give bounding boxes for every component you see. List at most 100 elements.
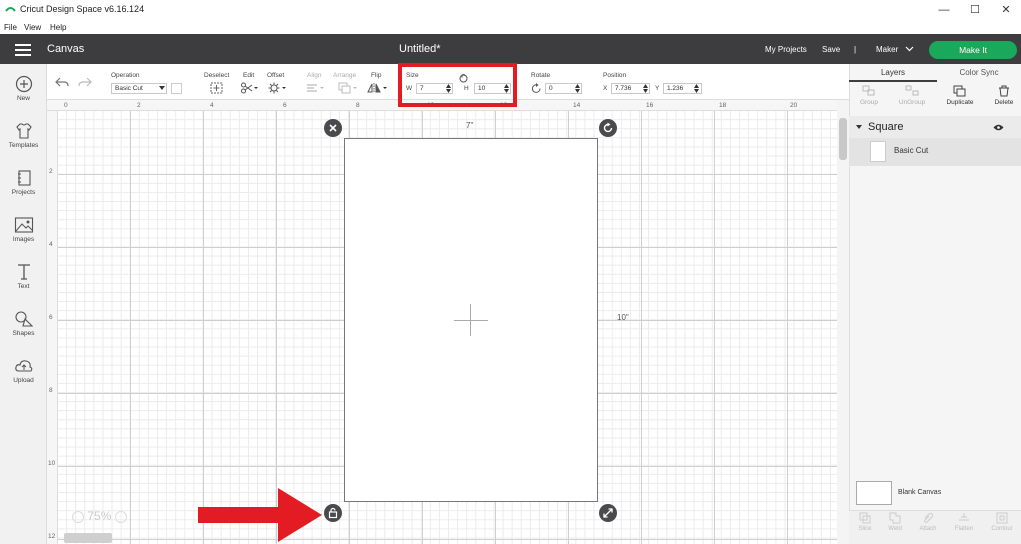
layer-item-label: Basic Cut [894,146,929,155]
contour-button[interactable]: Contour [985,512,1019,532]
deselect-label: Deselect [204,72,230,79]
flip-icon[interactable] [367,82,389,94]
menu-view[interactable]: View [24,23,41,32]
duplicate-label: Duplicate [946,99,974,106]
machine-select[interactable]: Maker [876,45,898,54]
resize-handle-icon[interactable] [599,504,617,522]
title-bar [0,0,1021,20]
sidebar-item-label: Projects [11,189,36,196]
width-dimension-label: 7" [466,121,474,130]
shapes-icon [14,311,33,327]
center-crosshair [470,304,471,336]
hamburger-menu-icon[interactable] [15,44,31,56]
projects-icon [17,170,31,186]
undo-icon[interactable] [55,77,69,87]
left-ruler [47,111,58,544]
window-title: Cricut Design Space v6.16.124 [20,4,145,14]
sidebar-item-projects[interactable]: Projects [0,169,47,196]
slice-label: Slice [858,526,872,532]
zoom-level: 75% [72,509,127,523]
tab-layers[interactable]: Layers [849,64,937,82]
vertical-scrollbar[interactable] [837,100,849,544]
attach-label: Attach [919,526,937,532]
save-button[interactable]: Save [822,45,840,54]
attach-button[interactable]: Attach [911,512,945,532]
stepper-icon[interactable] [694,84,699,93]
rotate-label: Rotate [531,72,551,79]
trash-icon [999,85,1009,97]
minimize-button[interactable]: — [936,2,952,18]
caret-down-icon[interactable] [856,125,862,130]
height-dimension-label: 10" [617,313,629,322]
weld-icon [889,512,901,524]
chevron-down-icon[interactable] [905,46,914,52]
sidebar-item-label: New [16,95,30,102]
rotate-handle-icon[interactable] [599,119,617,137]
tab-color-sync[interactable]: Color Sync [937,64,1021,82]
text-icon [17,264,30,280]
flatten-icon [959,513,969,521]
slice-button[interactable]: Slice [848,512,882,532]
flip-label: Flip [371,72,382,79]
chevron-down-icon [159,86,165,90]
maximize-button[interactable]: ☐ [967,2,983,18]
close-window-button[interactable]: ✕ [998,2,1014,18]
vertical-scroll-thumb[interactable] [839,118,847,160]
group-button[interactable]: Group [852,85,886,106]
ruler-tick-label: 6 [283,102,287,109]
ruler-tick-label: 6 [49,314,53,321]
operation-label: Operation [111,72,140,79]
group-icon [862,85,875,96]
flatten-button[interactable]: Flatten [947,512,981,532]
horizontal-scroll-thumb[interactable] [64,533,112,543]
sidebar-item-label: Templates [8,142,39,149]
edit-label: Edit [243,72,255,79]
stepper-icon[interactable] [575,84,580,93]
blank-canvas-label: Blank Canvas [898,489,942,496]
sidebar-item-label: Shapes [12,330,35,337]
zoom-out-icon[interactable] [72,510,84,523]
weld-button[interactable]: Weld [878,512,912,532]
menu-file[interactable]: File [4,23,17,32]
offset-icon[interactable] [268,82,288,94]
lock-handle-icon[interactable] [324,504,342,522]
ungroup-button[interactable]: UnGroup [895,85,929,106]
sidebar-item-upload[interactable]: Upload [0,357,47,384]
ruler-tick-label: 18 [719,102,727,109]
stepper-icon[interactable] [643,84,648,93]
zoom-in-icon[interactable] [114,510,127,523]
position-label: Position [603,72,627,79]
my-projects-link[interactable]: My Projects [765,45,807,54]
ruler-tick-label: 4 [49,241,53,248]
make-it-button[interactable]: Make It [929,41,1017,59]
duplicate-button[interactable]: Duplicate [943,85,977,106]
delete-button[interactable]: Delete [987,85,1021,106]
sidebar-item-new[interactable]: New [0,75,47,102]
scissors-icon[interactable] [240,82,258,94]
ruler-tick-label: 0 [64,102,68,109]
align-label: Align [307,72,322,79]
blank-canvas-swatch[interactable] [856,481,892,505]
menu-help[interactable]: Help [50,23,66,32]
sidebar-item-shapes[interactable]: Shapes [0,310,47,337]
sidebar-item-templates[interactable]: Templates [0,122,47,149]
image-icon [14,217,33,233]
x-label: X [603,85,608,92]
delete-handle-icon[interactable] [324,119,342,137]
sidebar-item-images[interactable]: Images [0,216,47,243]
ruler-tick-label: 8 [49,387,53,394]
sidebar-item-text[interactable]: Text [0,263,47,290]
red-arrow-annotation [198,488,322,542]
ruler-tick-label: 2 [49,168,53,175]
layer-name: Square [868,121,904,133]
deselect-icon[interactable] [210,82,223,94]
size-highlight-box [398,63,517,107]
duplicate-icon [953,85,966,97]
eye-icon[interactable] [993,124,1004,131]
redo-icon[interactable] [78,77,92,87]
header-separator: | [854,45,857,54]
y-label: Y [655,85,660,92]
operation-color-swatch[interactable] [171,83,182,94]
sidebar-item-label: Text [17,283,30,290]
delete-label: Delete [994,99,1014,106]
